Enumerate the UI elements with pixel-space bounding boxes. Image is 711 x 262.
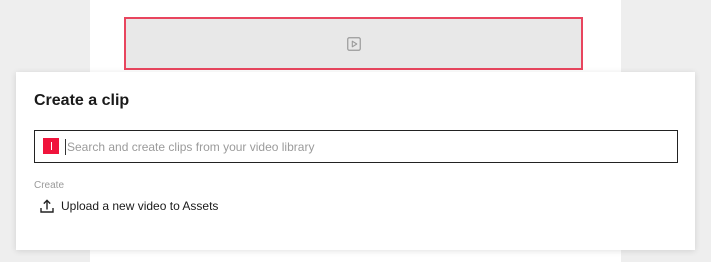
video-block-placeholder[interactable] bbox=[124, 17, 583, 70]
create-section-label: Create bbox=[34, 180, 65, 191]
upload-video-option[interactable]: Upload a new video to Assets bbox=[40, 197, 218, 215]
brand-logo-icon bbox=[43, 138, 59, 154]
modal-title: Create a clip bbox=[34, 92, 130, 109]
upload-icon bbox=[40, 199, 54, 213]
play-video-icon bbox=[346, 36, 361, 51]
create-clip-modal: Create a clip Create Upload a new video … bbox=[16, 72, 695, 250]
upload-video-label: Upload a new video to Assets bbox=[61, 199, 219, 213]
text-caret bbox=[65, 139, 66, 155]
search-input[interactable] bbox=[67, 131, 667, 162]
search-box[interactable] bbox=[34, 130, 678, 163]
